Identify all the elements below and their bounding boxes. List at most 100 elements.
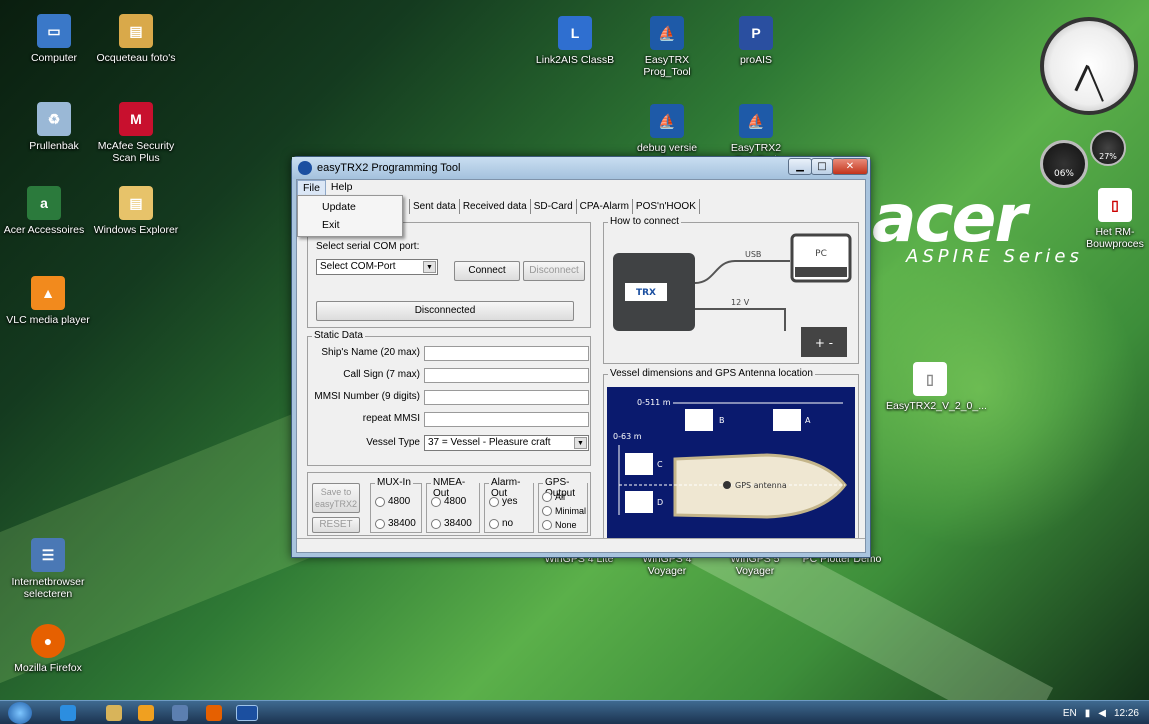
desktop-icon-easytrx2-file[interactable]: ▯ EasyTRX2_V_2_0_... bbox=[886, 362, 987, 412]
clock-gadget[interactable] bbox=[1040, 17, 1138, 115]
cpu-meter-gadget[interactable]: 06% bbox=[1040, 140, 1088, 188]
desktop-icon-firefox[interactable]: ● Mozilla Firefox bbox=[4, 624, 92, 674]
folder-icon: ▤ bbox=[119, 14, 153, 48]
wallpaper-brand-sub: ASPIRE Series bbox=[906, 246, 1083, 267]
app-taskbar-icon[interactable] bbox=[172, 705, 188, 721]
desktop-icon-pdf[interactable]: ▯ Het RM-Bouwproces bbox=[1080, 188, 1149, 250]
vessel-type-select[interactable]: 37 = Vessel - Pleasure craft ▼ bbox=[424, 435, 589, 451]
menu-item-update[interactable]: Update bbox=[298, 198, 402, 216]
ships-name-label: Ship's Name (20 max) bbox=[321, 347, 420, 358]
gps-antenna-label: GPS antenna bbox=[735, 481, 787, 490]
desktop-icon-label: Mozilla Firefox bbox=[14, 662, 82, 674]
desktop-icon-label: Prullenbak bbox=[29, 140, 79, 152]
tab-received-data[interactable]: Received data bbox=[458, 199, 530, 214]
tab-sent-data[interactable]: Sent data bbox=[409, 199, 459, 214]
ships-name-input[interactable] bbox=[424, 346, 589, 361]
dim-d-letter: D bbox=[657, 498, 663, 507]
easytrx-icon: ⛵ bbox=[650, 104, 684, 138]
easytrx-icon: ⛵ bbox=[739, 104, 773, 138]
settings-panel: Save to easyTRX2 RESET MUX-In 4800 38400… bbox=[307, 472, 591, 536]
clock-time[interactable]: 12:26 bbox=[1114, 708, 1139, 719]
disconnect-button[interactable]: Disconnect bbox=[523, 261, 585, 281]
easytrx-icon: ⛵ bbox=[650, 16, 684, 50]
mux-in-38400-radio[interactable]: 38400 bbox=[375, 518, 416, 529]
vessel-diagram: 0-511 m 0-63 m B A C D GPS antenna bbox=[607, 387, 855, 545]
taskbar: EN ▮ ◀ 12:26 bbox=[0, 700, 1149, 724]
nmea-out-4800-radio[interactable]: 4800 bbox=[431, 496, 466, 507]
nmea-out-38400-radio[interactable]: 38400 bbox=[431, 518, 472, 529]
repeat-mmsi-input[interactable] bbox=[424, 412, 589, 427]
desktop-icon-label: Ocqueteau foto's bbox=[96, 52, 176, 64]
desktop-icon-mcafee[interactable]: M McAfee Security Scan Plus bbox=[92, 102, 180, 164]
media-player-icon[interactable] bbox=[138, 705, 154, 721]
alarm-out-no-radio[interactable]: no bbox=[489, 518, 513, 529]
keyboard-shape bbox=[795, 267, 847, 277]
memory-meter-gadget[interactable]: 27% bbox=[1090, 130, 1126, 166]
firefox-icon[interactable] bbox=[206, 705, 222, 721]
dim-d-field bbox=[625, 491, 653, 513]
link2ais-icon: L bbox=[558, 16, 592, 50]
desktop-icon-proais[interactable]: PproAIS bbox=[712, 16, 800, 66]
vlc-cone-icon: ▲ bbox=[31, 276, 65, 310]
memory-meter-value: 27% bbox=[1099, 152, 1117, 161]
tab-cpa-alarm[interactable]: CPA-Alarm bbox=[575, 199, 632, 214]
desktop-icon-computer[interactable]: ▭ Computer bbox=[10, 14, 98, 64]
menu-file[interactable]: File bbox=[297, 180, 326, 196]
status-bar bbox=[297, 538, 865, 552]
vessel-type-value: 37 = Vessel - Pleasure craft bbox=[428, 437, 551, 448]
volume-icon[interactable]: ◀ bbox=[1098, 708, 1106, 719]
alarm-out-yes-radio[interactable]: yes bbox=[489, 496, 518, 507]
easytrx2-window: easyTRX2 Programming Tool ▁ □ ✕ File Hel… bbox=[291, 156, 871, 558]
mmsi-input[interactable] bbox=[424, 390, 589, 405]
desktop-icon-explorer[interactable]: ▤ Windows Explorer bbox=[92, 186, 180, 236]
internet-explorer-icon[interactable] bbox=[60, 705, 76, 721]
start-button[interactable] bbox=[8, 702, 32, 724]
language-indicator[interactable]: EN bbox=[1063, 708, 1077, 719]
reset-button[interactable]: RESET bbox=[312, 517, 360, 533]
desktop-icon-folder[interactable]: ▤ Ocqueteau foto's bbox=[92, 14, 180, 64]
dim-b-letter: B bbox=[719, 416, 725, 425]
close-button[interactable]: ✕ bbox=[832, 158, 868, 175]
explorer-icon[interactable] bbox=[106, 705, 122, 721]
gps-output-all-radio[interactable]: All bbox=[542, 492, 565, 502]
alarm-out-group: Alarm-Out yes no bbox=[484, 477, 534, 533]
tab-sd-card[interactable]: SD-Card bbox=[529, 199, 576, 214]
desktop-icon-recycle-bin[interactable]: ♻ Prullenbak bbox=[10, 102, 98, 152]
desktop-icon-label: Internetbrowser selecteren bbox=[11, 576, 85, 600]
folder-icon: ▤ bbox=[119, 186, 153, 220]
minimize-button[interactable]: ▁ bbox=[788, 158, 812, 175]
window-title: easyTRX2 Programming Tool bbox=[317, 162, 461, 174]
desktop-icon-label: VLC media player bbox=[6, 314, 90, 326]
desktop-icon-acer[interactable]: a Acer Accessoires bbox=[0, 186, 88, 236]
cpu-meter-value: 06% bbox=[1053, 169, 1074, 179]
nmea-out-group: NMEA-Out 4800 38400 bbox=[426, 477, 480, 533]
desktop-icon-label: EasyTRX Prog_Tool bbox=[643, 54, 691, 78]
chevron-down-icon: ▼ bbox=[574, 437, 587, 449]
desktop-icon-easytrx-prog[interactable]: ⛵ EasyTRX Prog_Tool bbox=[623, 16, 711, 78]
tab-pos-hook[interactable]: POS'n'HOOK bbox=[631, 199, 700, 214]
desktop-icon-vlc[interactable]: ▲ VLC media player bbox=[4, 276, 92, 326]
desktop-icon-browser-select[interactable]: ☰ Internetbrowser selecteren bbox=[4, 538, 92, 600]
usb-cable bbox=[694, 260, 790, 284]
call-sign-input[interactable] bbox=[424, 368, 589, 383]
mux-in-legend: MUX-In bbox=[375, 477, 413, 488]
desktop-icon-link2ais[interactable]: L Link2AIS ClassB bbox=[531, 16, 619, 66]
desktop-icon-label: Het RM-Bouwproces bbox=[1086, 226, 1144, 250]
gps-output-none-radio[interactable]: None bbox=[542, 520, 577, 530]
dim-a-field bbox=[773, 409, 801, 431]
menu-item-exit[interactable]: Exit bbox=[298, 216, 402, 234]
connect-button[interactable]: Connect bbox=[454, 261, 520, 281]
window-titlebar[interactable]: easyTRX2 Programming Tool ▁ □ ✕ bbox=[292, 157, 870, 179]
desktop-icon-debug[interactable]: ⛵ debug versie bbox=[623, 104, 711, 154]
maximize-button[interactable]: □ bbox=[811, 158, 833, 175]
menu-help[interactable]: Help bbox=[326, 180, 358, 196]
easytrx2-taskbar-button[interactable] bbox=[236, 705, 258, 721]
com-port-select[interactable]: Select COM-Port ▼ bbox=[316, 259, 438, 275]
gps-output-minimal-radio[interactable]: Minimal bbox=[542, 506, 586, 516]
mux-in-4800-radio[interactable]: 4800 bbox=[375, 496, 410, 507]
save-to-easytrx2-button[interactable]: Save to easyTRX2 bbox=[312, 483, 360, 513]
network-icon[interactable]: ▮ bbox=[1085, 708, 1091, 719]
pdf-document-icon: ▯ bbox=[1098, 188, 1132, 222]
device-label: TRX bbox=[636, 288, 656, 298]
desktop-icon-label: Windows Explorer bbox=[93, 224, 179, 236]
